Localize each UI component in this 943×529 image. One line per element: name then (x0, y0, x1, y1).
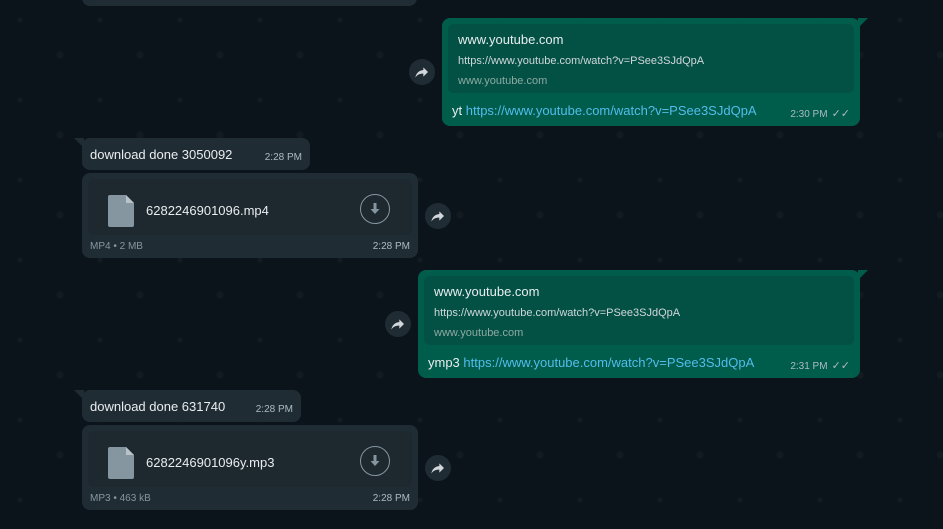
file-icon (108, 447, 134, 479)
file-name: 6282246901096y.mp3 (146, 455, 275, 470)
message-body: download done 631740 (90, 399, 226, 414)
file-meta: MP3 • 463 kB (90, 493, 151, 504)
link-preview[interactable]: www.youtube.com https://www.youtube.com/… (424, 276, 854, 345)
outgoing-message[interactable]: www.youtube.com https://www.youtube.com/… (418, 270, 868, 378)
preview-url: https://www.youtube.com/watch?v=PSee3SJd… (458, 55, 705, 67)
message-command: ymp3 (428, 355, 460, 370)
message-text: download done 631740 2:28 PM (82, 390, 301, 423)
message-time: 2:28 PM (372, 241, 410, 252)
forward-icon (391, 319, 404, 330)
download-button[interactable] (360, 446, 390, 476)
file-attachment[interactable]: 6282246901096.mp4 (88, 179, 412, 235)
message-command: yt (452, 103, 463, 118)
forward-button[interactable] (425, 203, 451, 229)
incoming-file-message[interactable]: 6282246901096y.mp3 MP3 • 463 kB 2:28 PM (82, 425, 418, 510)
preview-domain: www.youtube.com (458, 32, 564, 47)
forward-button[interactable] (385, 311, 411, 337)
message-link[interactable]: https://www.youtube.com/watch?v=PSee3SJd… (463, 355, 754, 370)
forward-button[interactable] (409, 59, 435, 85)
message-time: 2:28 PM (372, 493, 410, 504)
preview-domain: www.youtube.com (434, 284, 540, 299)
message-time: 2:28 PM (264, 152, 302, 163)
incoming-file-message[interactable]: 6282246901096.mp4 MP4 • 2 MB 2:28 PM (82, 173, 418, 258)
file-attachment[interactable]: 6282246901096y.mp3 (88, 431, 412, 487)
preview-site: www.youtube.com (434, 327, 524, 339)
outgoing-message[interactable]: www.youtube.com https://www.youtube.com/… (442, 18, 868, 126)
download-button[interactable] (360, 194, 390, 224)
preview-url: https://www.youtube.com/watch?v=PSee3SJd… (434, 307, 681, 319)
incoming-message[interactable]: download done 631740 2:28 PM (74, 390, 301, 423)
file-icon (108, 195, 134, 227)
download-icon (370, 455, 380, 466)
forward-button[interactable] (425, 455, 451, 481)
message-time: 2:30 PM ✓✓ (790, 107, 850, 120)
file-name: 6282246901096.mp4 (146, 203, 269, 218)
link-preview[interactable]: www.youtube.com https://www.youtube.com/… (448, 24, 854, 93)
incoming-message[interactable]: download done 3050092 2:28 PM (74, 138, 310, 171)
forward-icon (431, 211, 444, 222)
double-check-icon: ✓✓ (831, 108, 850, 120)
message-link[interactable]: https://www.youtube.com/watch?v=PSee3SJd… (466, 103, 757, 118)
message-time-text: 2:30 PM (790, 109, 828, 120)
double-check-icon: ✓✓ (831, 360, 850, 372)
message-time: 2:28 PM (255, 404, 293, 415)
forward-icon (415, 67, 428, 78)
preview-site: www.youtube.com (458, 75, 548, 87)
message-text: download done 3050092 2:28 PM (82, 138, 310, 171)
forward-icon (431, 463, 444, 474)
message-time: 2:31 PM ✓✓ (790, 359, 850, 372)
message-time-text: 2:31 PM (790, 361, 828, 372)
download-icon (370, 203, 380, 214)
message-body: download done 3050092 (90, 147, 233, 162)
previous-message-stub (82, 0, 417, 6)
file-meta: MP4 • 2 MB (90, 241, 143, 252)
